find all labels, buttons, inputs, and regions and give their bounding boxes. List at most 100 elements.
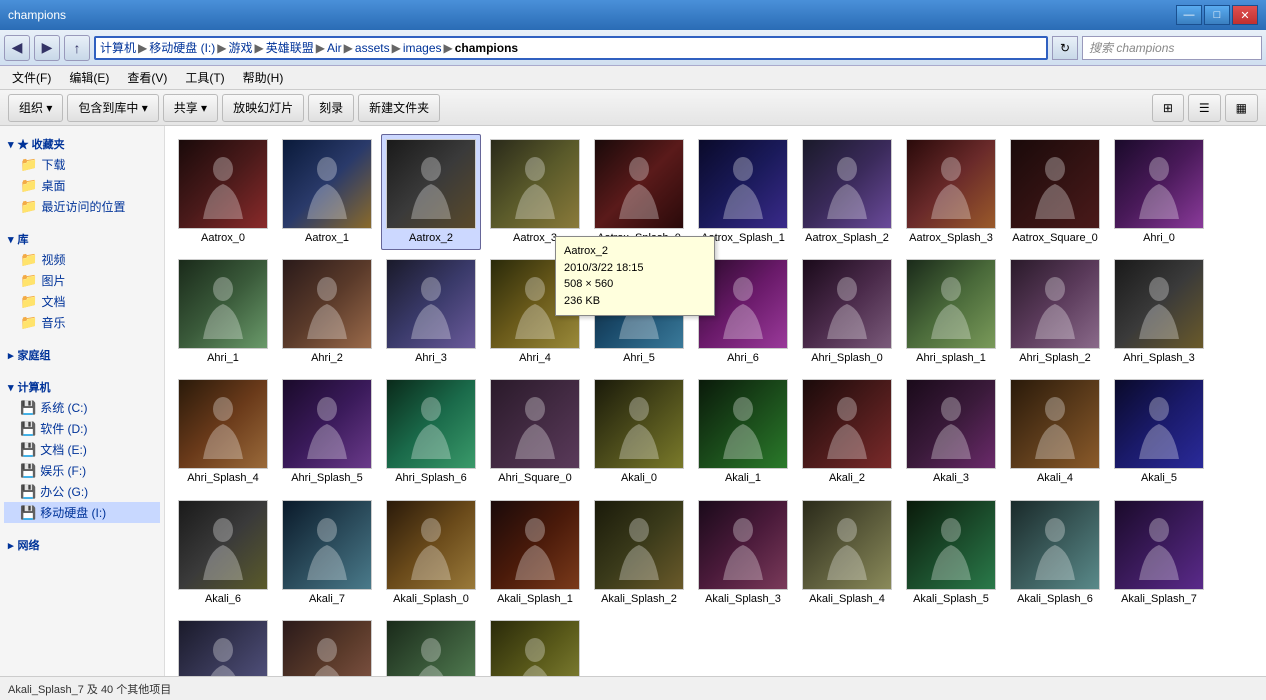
file-item[interactable]: Akali_6 xyxy=(173,495,273,611)
file-item[interactable]: Ahri_0 xyxy=(1109,134,1209,250)
toolbar: 组织 ▾ 包含到库中 ▾ 共享 ▾ 放映幻灯片 刻录 新建文件夹 ⊞ ☰ ▦ xyxy=(0,90,1266,126)
sidebar-item-pictures[interactable]: 📁 图片 xyxy=(4,270,160,291)
share-button[interactable]: 共享 ▾ xyxy=(163,94,218,122)
refresh-button[interactable]: ↻ xyxy=(1052,36,1078,60)
file-item[interactable]: Ahri_Splash_4 xyxy=(173,374,273,490)
file-item[interactable]: Ahri_Splash_2 xyxy=(1005,254,1105,370)
file-thumbnail xyxy=(386,139,476,229)
library-title[interactable]: ▾ 库 xyxy=(4,229,160,249)
menu-edit[interactable]: 编辑(E) xyxy=(61,67,117,88)
forward-button[interactable]: ▶ xyxy=(34,35,60,61)
file-item[interactable]: Aatrox_3 xyxy=(485,134,585,250)
breadcrumb-images[interactable]: images xyxy=(403,41,442,55)
computer-title[interactable]: ▾ 计算机 xyxy=(4,377,160,397)
file-item[interactable]: Aatrox_Square_0 xyxy=(1005,134,1105,250)
file-item[interactable] xyxy=(381,615,481,676)
file-name: Akali_5 xyxy=(1141,472,1177,485)
file-item[interactable]: Aatrox_1 xyxy=(277,134,377,250)
file-item[interactable]: Ahri_Splash_5 xyxy=(277,374,377,490)
file-item[interactable]: Ahri_1 xyxy=(173,254,273,370)
sidebar-item-videos[interactable]: 📁 视频 xyxy=(4,249,160,270)
file-item[interactable]: Ahri_Splash_0 xyxy=(797,254,897,370)
file-item[interactable]: Ahri_2 xyxy=(277,254,377,370)
back-button[interactable]: ◀ xyxy=(4,35,30,61)
slideshow-button[interactable]: 放映幻灯片 xyxy=(222,94,304,122)
file-item[interactable]: Ahri_splash_1 xyxy=(901,254,1001,370)
file-item[interactable]: Akali_Splash_1 xyxy=(485,495,585,611)
file-item[interactable]: Akali_3 xyxy=(901,374,1001,490)
menu-view[interactable]: 查看(V) xyxy=(119,67,175,88)
up-button[interactable]: ↑ xyxy=(64,35,90,61)
file-thumbnail xyxy=(1114,139,1204,229)
file-item[interactable]: Ahri_3 xyxy=(381,254,481,370)
sidebar-item-c[interactable]: 💾 系统 (C:) xyxy=(4,397,160,418)
file-item[interactable]: Akali_4 xyxy=(1005,374,1105,490)
file-item[interactable]: Aatrox_0 xyxy=(173,134,273,250)
file-item[interactable]: Akali_Splash_3 xyxy=(693,495,793,611)
file-item[interactable]: Ahri_Square_0 xyxy=(485,374,585,490)
file-name: Aatrox_1 xyxy=(305,232,349,245)
breadcrumb-champions[interactable]: champions xyxy=(455,41,518,55)
file-item[interactable]: Akali_1 xyxy=(693,374,793,490)
breadcrumb-assets[interactable]: assets xyxy=(355,41,390,55)
file-item[interactable]: Akali_5 xyxy=(1109,374,1209,490)
new-folder-button[interactable]: 新建文件夹 xyxy=(358,94,440,122)
file-item[interactable]: Aatrox_Splash_0 xyxy=(589,134,689,250)
menu-tools[interactable]: 工具(T) xyxy=(177,67,232,88)
file-item[interactable]: Akali_Splash_5 xyxy=(901,495,1001,611)
menu-file[interactable]: 文件(F) xyxy=(4,67,59,88)
content-area[interactable]: Aatrox_0 Aatrox_1 Aatrox_2 Aatrox_3 Aatr… xyxy=(165,126,1266,676)
file-item[interactable] xyxy=(485,615,585,676)
file-item[interactable] xyxy=(173,615,273,676)
minimize-button[interactable]: — xyxy=(1176,5,1202,25)
breadcrumb-drive[interactable]: 移动硬盘 (I:) xyxy=(149,39,215,56)
breadcrumb-air[interactable]: Air xyxy=(327,41,342,55)
maximize-button[interactable]: □ xyxy=(1204,5,1230,25)
network-title[interactable]: ▸ 网络 xyxy=(4,535,160,555)
homegroup-title[interactable]: ▸ 家庭组 xyxy=(4,345,160,365)
sidebar-item-f[interactable]: 💾 娱乐 (F:) xyxy=(4,460,160,481)
include-in-library-button[interactable]: 包含到库中 ▾ xyxy=(67,94,158,122)
chevron-down-icon: ▾ xyxy=(8,233,14,246)
file-thumbnail xyxy=(178,259,268,349)
sidebar-item-recent[interactable]: 📁 最近访问的位置 xyxy=(4,196,160,217)
file-item[interactable]: Akali_Splash_0 xyxy=(381,495,481,611)
file-item[interactable]: Akali_0 xyxy=(589,374,689,490)
file-thumbnail xyxy=(1010,379,1100,469)
file-item[interactable]: Ahri_Splash_6 xyxy=(381,374,481,490)
sidebar-item-desktop[interactable]: 📁 桌面 xyxy=(4,175,160,196)
sidebar-item-music[interactable]: 📁 音乐 xyxy=(4,312,160,333)
sidebar-item-downloads[interactable]: 📁 下载 xyxy=(4,154,160,175)
close-button[interactable]: ✕ xyxy=(1232,5,1258,25)
file-item[interactable]: Aatrox_Splash_2 xyxy=(797,134,897,250)
burn-button[interactable]: 刻录 xyxy=(308,94,354,122)
search-box[interactable]: 搜索 champions xyxy=(1082,36,1262,60)
sidebar-item-g[interactable]: 💾 办公 (G:) xyxy=(4,481,160,502)
file-item[interactable]: Ahri_Splash_3 xyxy=(1109,254,1209,370)
sidebar-item-i[interactable]: 💾 移动硬盘 (I:) xyxy=(4,502,160,523)
sidebar-item-e[interactable]: 💾 文档 (E:) xyxy=(4,439,160,460)
file-name: Akali_Splash_1 xyxy=(497,593,573,606)
file-item[interactable]: Akali_Splash_2 xyxy=(589,495,689,611)
file-item[interactable] xyxy=(277,615,377,676)
breadcrumb-computer[interactable]: 计算机 xyxy=(100,39,136,56)
breadcrumb-games[interactable]: 游戏 xyxy=(228,39,252,56)
view-toggle-button[interactable]: ⊞ xyxy=(1152,94,1184,122)
file-item[interactable]: Aatrox_Splash_3 xyxy=(901,134,1001,250)
breadcrumb-lol[interactable]: 英雄联盟 xyxy=(266,39,314,56)
file-thumbnail xyxy=(594,500,684,590)
sidebar-item-d[interactable]: 💾 软件 (D:) xyxy=(4,418,160,439)
details-button[interactable]: ☰ xyxy=(1188,94,1221,122)
file-item[interactable]: Akali_7 xyxy=(277,495,377,611)
file-item[interactable]: Akali_Splash_6 xyxy=(1005,495,1105,611)
file-item[interactable]: Akali_Splash_7 xyxy=(1109,495,1209,611)
sidebar-item-documents[interactable]: 📁 文档 xyxy=(4,291,160,312)
file-item[interactable]: Akali_Splash_4 xyxy=(797,495,897,611)
file-item[interactable]: Akali_2 xyxy=(797,374,897,490)
organize-button[interactable]: 组织 ▾ xyxy=(8,94,63,122)
file-item[interactable]: Aatrox_Splash_1 xyxy=(693,134,793,250)
file-item[interactable]: Aatrox_2 xyxy=(381,134,481,250)
favorites-title[interactable]: ▾ ★ 收藏夹 xyxy=(4,134,160,154)
menu-help[interactable]: 帮助(H) xyxy=(235,67,292,88)
preview-button[interactable]: ▦ xyxy=(1225,94,1258,122)
